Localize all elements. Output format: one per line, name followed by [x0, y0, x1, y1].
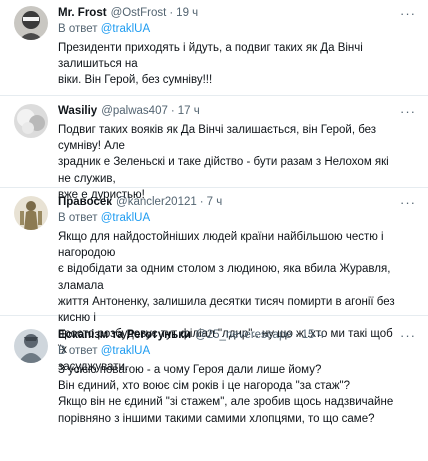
more-options-icon[interactable]: ··· [398, 196, 418, 209]
separator-dot: · [169, 7, 174, 19]
tweet-time[interactable]: 19 ч [176, 6, 198, 21]
reply-to-link[interactable]: @traklUA [101, 212, 150, 224]
author-handle[interactable]: @palwas407 [101, 104, 168, 119]
tweet-text: З усією повагою - а чому Героя дали лише… [58, 364, 394, 425]
author-handle[interactable]: @OstFrost [111, 6, 167, 21]
more-options-icon[interactable]: ··· [398, 105, 418, 118]
tweet-time[interactable]: 15 ч [302, 328, 324, 343]
reply-tweet[interactable]: Правосек @kancler20121 · 7 ч ··· В ответ… [0, 188, 428, 373]
reply-context: В ответ @traklUA [58, 22, 418, 37]
author-name[interactable]: Ескапізм та Реготуньки [58, 328, 191, 343]
separator-dot: · [294, 329, 299, 341]
reply-context: В ответ @traklUA [58, 211, 418, 226]
tweet-time[interactable]: 17 ч [178, 104, 200, 119]
author-name[interactable]: Mr. Frost [58, 6, 107, 21]
reply-prefix: В ответ [58, 345, 98, 357]
avatar[interactable] [14, 196, 48, 230]
avatar[interactable] [14, 329, 48, 363]
avatar[interactable] [14, 104, 48, 138]
reply-to-link[interactable]: @traklUA [101, 23, 150, 35]
reply-prefix: В ответ [58, 212, 98, 224]
author-handle[interactable]: @25_neverescape [195, 328, 292, 343]
separator-dot: · [199, 196, 204, 208]
reply-tweet[interactable]: Wasiliy @palwas407 · 17 ч ··· Подвиг так… [0, 96, 428, 201]
more-options-icon[interactable]: ··· [398, 7, 418, 20]
tweet-text: Президенти приходять і йдуть, а подвиг т… [58, 42, 363, 87]
reply-prefix: В ответ [58, 23, 98, 35]
author-name[interactable]: Wasiliy [58, 104, 97, 119]
tweet-time[interactable]: 7 ч [207, 195, 223, 210]
reply-to-link[interactable]: @traklUA [101, 345, 150, 357]
reply-tweet[interactable]: Ескапізм та Реготуньки @25_neverescape ·… [0, 316, 428, 461]
reply-context: В ответ @traklUA [58, 344, 418, 359]
reply-feed: Mr. Frost @OstFrost · 19 ч ··· В ответ @… [0, 0, 428, 461]
more-options-icon[interactable]: ··· [398, 329, 418, 342]
separator-dot: · [170, 105, 175, 117]
author-handle[interactable]: @kancler20121 [116, 195, 197, 210]
reply-tweet[interactable]: Mr. Frost @OstFrost · 19 ч ··· В ответ @… [0, 0, 428, 96]
avatar[interactable] [14, 6, 48, 40]
author-name[interactable]: Правосек [58, 195, 112, 210]
